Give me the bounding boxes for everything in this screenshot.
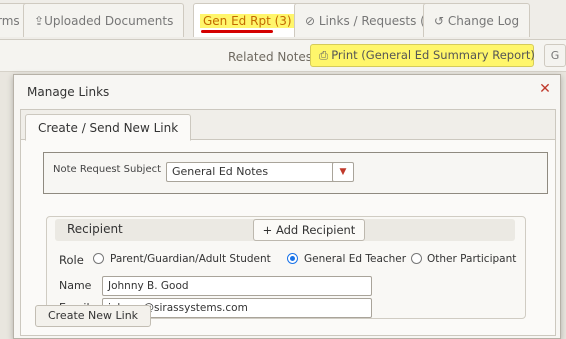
manage-links-dialog: Manage Links ✕ Create / Send New Link No…: [13, 74, 561, 339]
create-new-link-button[interactable]: Create New Link: [35, 305, 151, 327]
link-icon: ⊘: [305, 14, 319, 28]
recipient-label: Recipient: [67, 222, 123, 236]
close-icon[interactable]: ✕: [538, 82, 552, 96]
chevron-down-icon[interactable]: ▼: [332, 162, 354, 182]
recipient-header: Recipient + Add Recipient: [55, 219, 515, 241]
role-option-parent: Parent/Guardian/Adult Student: [110, 253, 271, 265]
subject-select[interactable]: General Ed Notes: [166, 162, 338, 182]
printer-icon: ⎙: [319, 48, 329, 62]
related-notes-link[interactable]: Related Notes: [228, 50, 312, 64]
role-option-teacher: General Ed Teacher: [304, 253, 407, 265]
role-radio-other[interactable]: [411, 253, 422, 264]
annotation-underline: [201, 30, 273, 33]
dialog-tab-strip: Create / Send New Link: [21, 110, 555, 141]
tab-label: Gen Ed Rpt (3): [200, 14, 295, 28]
upload-icon: ⇪: [34, 14, 45, 28]
tab-bar: rms ⇪Uploaded Documents Gen Ed Rpt (3) ⊘…: [0, 0, 566, 40]
tab-change-log[interactable]: ↺ Change Log: [423, 3, 531, 37]
recipient-section: Recipient + Add Recipient Role Parent/Gu…: [46, 216, 526, 319]
tab-create-send-link[interactable]: Create / Send New Link: [25, 114, 192, 141]
subject-section: Note Request Subject General Ed Notes ▼: [43, 152, 548, 194]
print-label: Print (General Ed Summary Report): [331, 48, 535, 62]
dialog-body: Create / Send New Link Note Request Subj…: [20, 109, 556, 336]
role-label: Role: [59, 253, 84, 267]
dialog-title: Manage Links: [27, 85, 110, 99]
print-summary-button[interactable]: ⎙ Print (General Ed Summary Report): [310, 44, 535, 67]
add-recipient-button[interactable]: + Add Recipient: [253, 219, 365, 241]
name-field[interactable]: Johnny B. Good: [102, 276, 372, 296]
role-radio-teacher[interactable]: [287, 253, 298, 264]
tab-label: Uploaded Documents: [44, 14, 174, 28]
role-radio-parent[interactable]: [93, 253, 104, 264]
subject-label: Note Request Subject: [53, 164, 162, 175]
role-option-other: Other Participant: [427, 253, 517, 265]
sub-toolbar: Related Notes ⎙ Print (General Ed Summary…: [0, 40, 566, 72]
name-label: Name: [59, 279, 92, 292]
tab-label: Links / Requests (6): [318, 14, 438, 28]
tab-label: rms: [0, 14, 20, 28]
tab-label: Change Log: [447, 14, 520, 28]
tab-uploaded-documents[interactable]: ⇪Uploaded Documents: [23, 3, 185, 37]
history-icon: ↺: [434, 14, 448, 28]
extra-button[interactable]: G: [544, 44, 566, 67]
